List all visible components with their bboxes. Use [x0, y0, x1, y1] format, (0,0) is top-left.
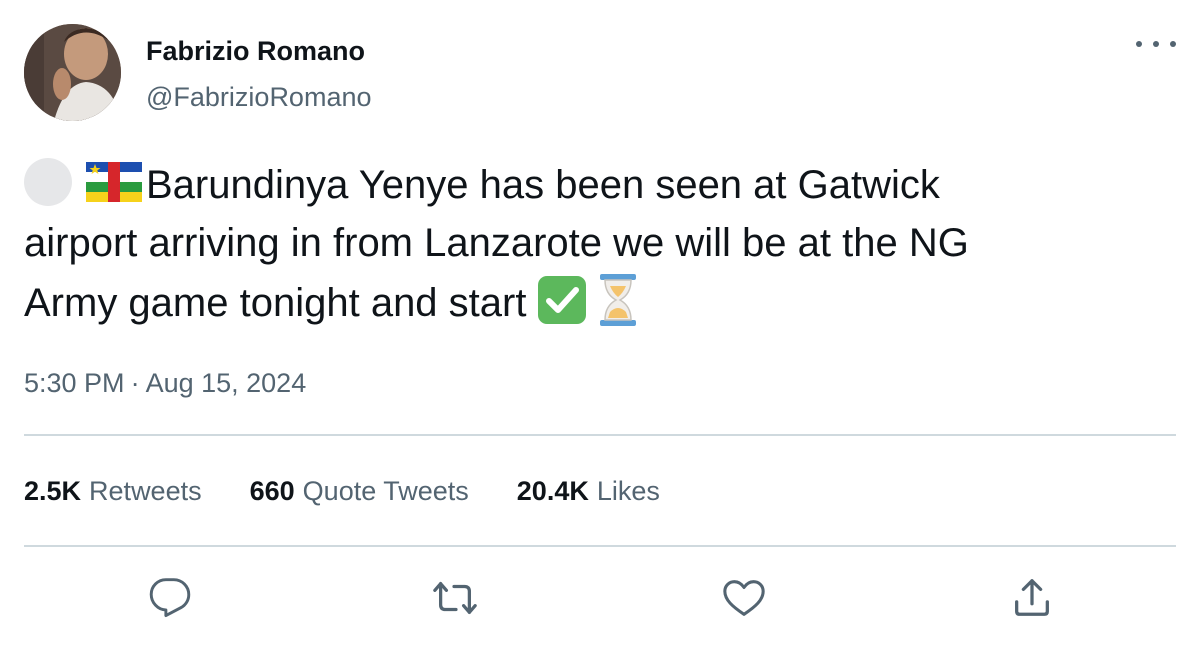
likes-count: 20.4K [516, 476, 589, 506]
likes-stat[interactable]: 20.4K Likes [517, 476, 660, 507]
quote-tweets-label: Quote Tweets [302, 476, 469, 506]
avatar[interactable] [24, 24, 121, 121]
like-button[interactable] [720, 574, 768, 622]
central-african-republic-flag-icon [86, 162, 142, 202]
grey-circle-emoji-icon [24, 158, 72, 206]
tweet-line-2-text: airport arriving in from Lanzarote we wi… [24, 221, 969, 265]
hourglass-icon [600, 274, 637, 326]
share-icon [1015, 579, 1049, 616]
tweet-time: 5:30 PM [24, 368, 125, 398]
check-mark-button-icon [538, 276, 587, 324]
tweet-timestamp[interactable]: 5:30 PM · Aug 15, 2024 [24, 368, 306, 399]
tweet-line-3-text: Army game tonight and start [24, 281, 527, 325]
timestamp-separator: · [130, 368, 140, 398]
quote-tweets-stat[interactable]: 660 Quote Tweets [250, 476, 469, 507]
engagement-stats: 2.5K Retweets 660 Quote Tweets 20.4K Likes [24, 476, 708, 507]
reply-icon [149, 578, 191, 618]
tweet-line-1-text: Barundinya Yenye has been seen at Gatwic… [146, 163, 940, 207]
share-button[interactable] [1008, 574, 1056, 622]
tweet-text: Barundinya Yenye has been seen at Gatwic… [24, 156, 1164, 332]
tweet-card: Fabrizio Romano @FabrizioRomano Barundin… [0, 0, 1200, 668]
more-dots-icon[interactable] [1136, 32, 1176, 56]
tweet-date: Aug 15, 2024 [145, 368, 307, 398]
retweets-count: 2.5K [24, 476, 82, 506]
retweet-button[interactable] [431, 574, 479, 622]
reply-button[interactable] [146, 574, 194, 622]
user-handle[interactable]: @FabrizioRomano [146, 82, 372, 113]
likes-label: Likes [596, 476, 660, 506]
retweet-icon [433, 581, 477, 615]
heart-icon [723, 580, 765, 616]
divider-bottom [24, 545, 1176, 547]
action-bar [0, 574, 1200, 624]
display-name[interactable]: Fabrizio Romano [146, 36, 365, 67]
retweets-label: Retweets [89, 476, 202, 506]
retweets-stat[interactable]: 2.5K Retweets [24, 476, 202, 507]
tweet-line-3: Army game tonight and start [24, 272, 1164, 332]
tweet-line-1: Barundinya Yenye has been seen at Gatwic… [24, 156, 1164, 214]
quote-tweets-count: 660 [249, 476, 295, 506]
divider-top [24, 434, 1176, 436]
